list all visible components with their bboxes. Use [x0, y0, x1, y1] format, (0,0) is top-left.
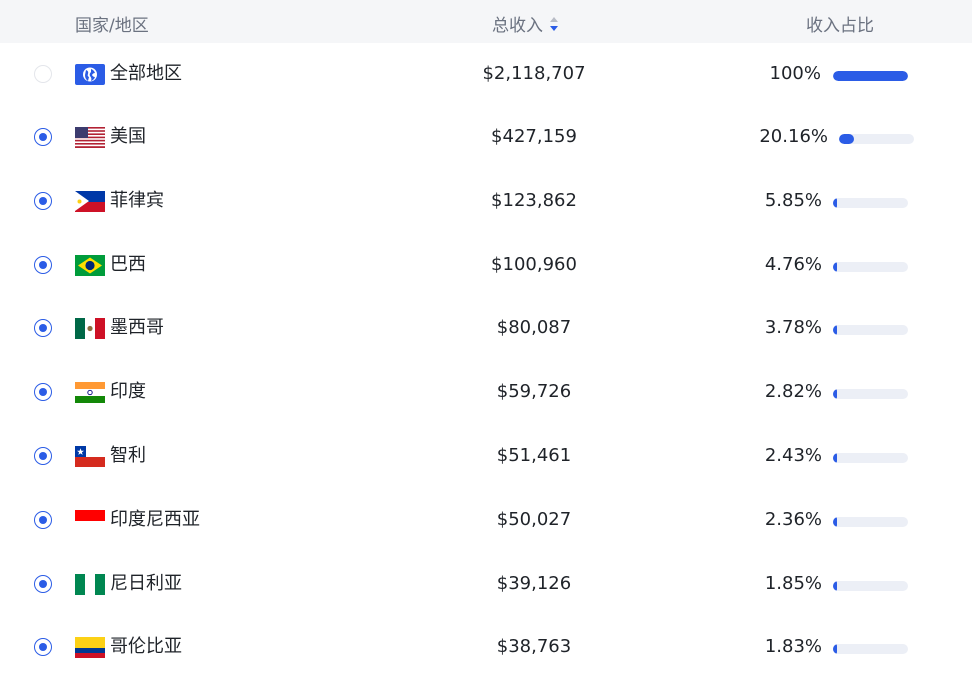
share-percent: 2.82% — [764, 381, 822, 402]
share-percent: 4.76% — [764, 254, 822, 275]
share-bar-fill — [833, 517, 837, 527]
revenue-value: $50,027 — [496, 509, 572, 530]
share-percent: 1.83% — [764, 636, 822, 657]
share-bar-fill — [833, 389, 837, 399]
ph-flag-icon — [75, 191, 105, 212]
country-name: 印度 — [110, 381, 146, 402]
share-percent: 2.43% — [764, 445, 822, 466]
sort-descending-icon — [550, 25, 558, 31]
co-flag-icon — [75, 637, 105, 658]
revenue-value: $80,087 — [496, 317, 572, 338]
table-header: 国家/地区 总收入 收入占比 — [0, 0, 972, 43]
share-bar-fill — [833, 644, 837, 654]
share-bar — [833, 198, 908, 208]
column-header-revenue-label: 总收入 — [492, 16, 543, 36]
share-bar-fill — [833, 581, 837, 591]
row-radio[interactable] — [34, 192, 52, 210]
share-bar — [833, 517, 908, 527]
share-percent: 1.85% — [764, 573, 822, 594]
column-header-share: 收入占比 — [806, 16, 874, 36]
share-bar — [839, 134, 914, 144]
share-bar-fill — [833, 71, 908, 81]
share-bar — [833, 262, 908, 272]
sort-icon[interactable] — [549, 15, 559, 33]
share-bar — [833, 453, 908, 463]
country-name: 美国 — [110, 126, 146, 147]
revenue-value: $100,960 — [491, 254, 577, 275]
share-bar — [833, 581, 908, 591]
country-name: 尼日利亚 — [110, 573, 182, 594]
country-name: 哥伦比亚 — [110, 636, 182, 657]
table-row[interactable]: 尼日利亚 $39,126 1.85% — [0, 553, 972, 617]
mx-flag-icon — [75, 318, 105, 339]
country-name: 智利 — [110, 445, 146, 466]
country-name: 印度尼西亚 — [110, 509, 200, 530]
revenue-value: $38,763 — [496, 636, 572, 657]
share-percent: 100% — [769, 63, 821, 84]
country-name: 菲律宾 — [110, 190, 164, 211]
revenue-by-country-table: 国家/地区 总收入 收入占比 全部地区 $2,118,707 100% 美国 $… — [0, 0, 972, 686]
sort-ascending-icon — [550, 16, 558, 22]
row-radio[interactable] — [34, 128, 52, 146]
table-row[interactable]: 印度尼西亚 $50,027 2.36% — [0, 489, 972, 553]
row-radio[interactable] — [34, 65, 52, 83]
row-radio[interactable] — [34, 447, 52, 465]
column-header-revenue[interactable]: 总收入 — [492, 11, 559, 36]
share-bar-fill — [833, 325, 837, 335]
row-radio[interactable] — [34, 383, 52, 401]
revenue-value: $2,118,707 — [482, 63, 586, 84]
row-radio[interactable] — [34, 638, 52, 656]
country-name: 全部地区 — [110, 63, 182, 84]
share-bar — [833, 325, 908, 335]
globe-icon — [75, 64, 105, 85]
br-flag-icon — [75, 255, 105, 276]
share-percent: 5.85% — [764, 190, 822, 211]
row-radio[interactable] — [34, 511, 52, 529]
table-row[interactable]: 智利 $51,461 2.43% — [0, 425, 972, 489]
share-bar-fill — [833, 453, 837, 463]
row-radio[interactable] — [34, 575, 52, 593]
cl-flag-icon — [75, 446, 105, 467]
row-radio[interactable] — [34, 256, 52, 274]
country-name: 墨西哥 — [110, 317, 164, 338]
revenue-value: $51,461 — [496, 445, 572, 466]
share-percent: 2.36% — [764, 509, 822, 530]
table-row[interactable]: 全部地区 $2,118,707 100% — [0, 43, 972, 107]
table-row[interactable]: 墨西哥 $80,087 3.78% — [0, 297, 972, 361]
share-bar — [833, 71, 908, 81]
revenue-value: $59,726 — [496, 381, 572, 402]
in-flag-icon — [75, 382, 105, 403]
share-percent: 20.16% — [759, 126, 828, 147]
share-bar-fill — [833, 262, 837, 272]
share-bar-fill — [839, 134, 855, 144]
us-flag-icon — [75, 127, 105, 148]
revenue-value: $427,159 — [491, 126, 577, 147]
id-flag-icon — [75, 510, 105, 531]
table-row[interactable]: 哥伦比亚 $38,763 1.83% — [0, 616, 972, 680]
table-row[interactable]: 巴西 $100,960 4.76% — [0, 234, 972, 298]
share-bar-fill — [833, 198, 838, 208]
table-row[interactable]: 美国 $427,159 20.16% — [0, 106, 972, 170]
country-name: 巴西 — [110, 254, 146, 275]
revenue-value: $39,126 — [496, 573, 572, 594]
share-bar — [833, 389, 908, 399]
table-row[interactable]: 菲律宾 $123,862 5.85% — [0, 170, 972, 234]
share-percent: 3.78% — [764, 317, 822, 338]
row-radio[interactable] — [34, 319, 52, 337]
revenue-value: $123,862 — [491, 190, 577, 211]
share-bar — [833, 644, 908, 654]
column-header-country: 国家/地区 — [75, 16, 149, 36]
ng-flag-icon — [75, 574, 105, 595]
table-row[interactable]: 印度 $59,726 2.82% — [0, 361, 972, 425]
